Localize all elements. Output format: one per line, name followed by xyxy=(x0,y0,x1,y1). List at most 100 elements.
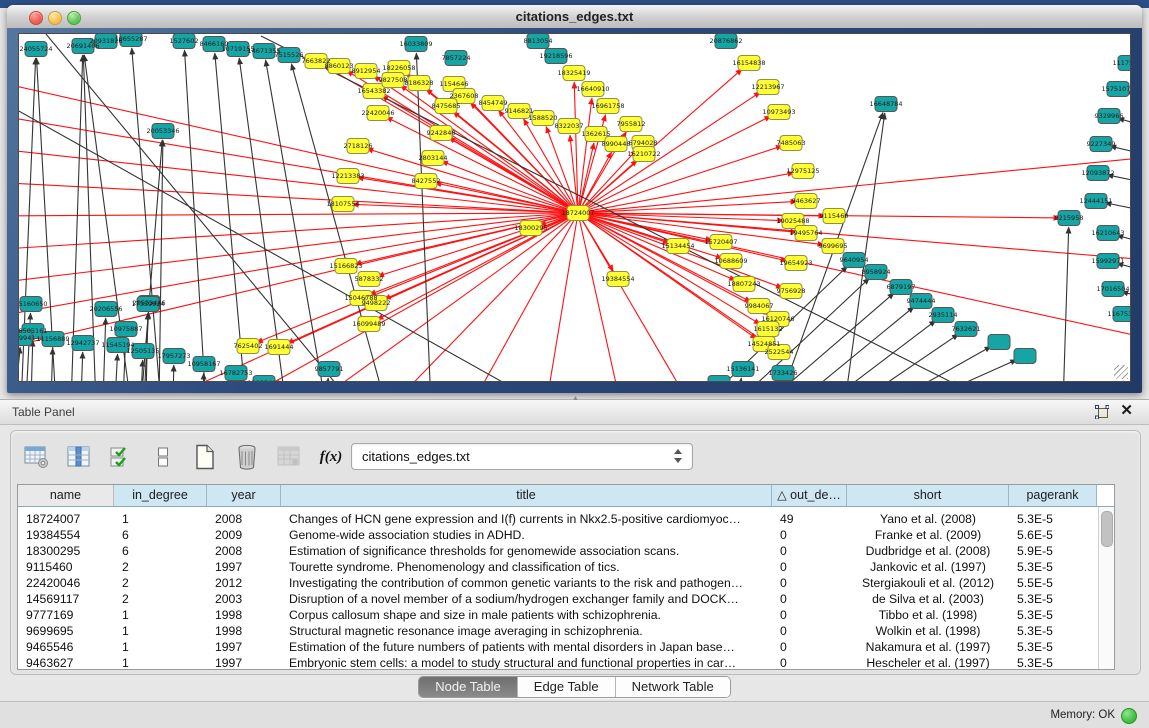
function-builder-button[interactable]: f(x) xyxy=(317,443,345,471)
table-cell[interactable]: 5.3E-5 xyxy=(1009,591,1097,607)
tab-node-table[interactable]: Node Table xyxy=(419,677,518,697)
table-cell[interactable]: 2009 xyxy=(207,527,281,543)
table-cell[interactable]: 9777169 xyxy=(18,607,114,623)
table-cell[interactable]: 1 xyxy=(114,623,207,639)
table-cell[interactable]: Genome-wide association studies in ADHD. xyxy=(281,527,772,543)
graph-edge[interactable] xyxy=(737,378,741,382)
column-header-pagerank[interactable]: pagerank xyxy=(1009,485,1097,506)
table-cell[interactable]: 2008 xyxy=(207,511,281,527)
table-row[interactable]: 1830029562008Estimation of significance … xyxy=(18,543,1099,559)
table-cell[interactable]: 0 xyxy=(772,559,847,575)
graph-edge[interactable] xyxy=(845,113,885,382)
graph-edge[interactable] xyxy=(71,55,83,382)
tab-edge-table[interactable]: Edge Table xyxy=(518,677,616,697)
vertical-scrollbar[interactable] xyxy=(1098,507,1114,669)
table-cell[interactable]: 1 xyxy=(114,511,207,527)
table-cell[interactable]: Structural magnetic resonance image aver… xyxy=(281,623,772,639)
table-cell[interactable]: Changes of HCN gene expression and I(f) … xyxy=(281,511,772,527)
graph-edge[interactable] xyxy=(579,98,592,205)
table-cell[interactable]: 1998 xyxy=(207,623,281,639)
table-cell[interactable]: 1 xyxy=(114,607,207,623)
toggle-column-button[interactable] xyxy=(149,443,177,471)
delete-table-button[interactable] xyxy=(233,443,261,471)
column-header-out_de[interactable]: △ out_de… xyxy=(772,485,847,506)
graph-edge[interactable] xyxy=(215,53,246,382)
table-row[interactable]: 2242004622012Investigating the contribut… xyxy=(18,575,1099,591)
graph-edge[interactable] xyxy=(19,213,570,216)
table-cell[interactable]: Tibbo et al. (1998) xyxy=(847,607,1009,623)
table-cell[interactable]: 1 xyxy=(114,655,207,670)
table-cell[interactable]: 0 xyxy=(772,543,847,559)
table-cell[interactable]: Dudbridge et al. (2008) xyxy=(847,543,1009,559)
table-cell[interactable]: 9465546 xyxy=(18,639,114,655)
column-header-year[interactable]: year xyxy=(207,485,281,506)
graph-edge[interactable] xyxy=(19,215,570,356)
graph-node[interactable] xyxy=(988,335,1010,350)
table-cell[interactable]: 5.5E-5 xyxy=(1009,575,1097,591)
table-cell[interactable]: 2003 xyxy=(207,591,281,607)
table-settings-button[interactable] xyxy=(23,443,51,471)
table-cell[interactable]: 0 xyxy=(772,655,847,670)
graph-node[interactable] xyxy=(1014,349,1036,364)
table-cell[interactable]: Nakamura et al. (1997) xyxy=(847,639,1009,655)
graph-edge[interactable] xyxy=(586,201,797,212)
graph-edge[interactable] xyxy=(1063,227,1069,382)
table-cell[interactable]: Jankovic et al. (1997) xyxy=(847,559,1009,575)
table-cell[interactable]: Franke et al. (2009) xyxy=(847,527,1009,543)
table-row[interactable]: 1938455462009Genome-wide association stu… xyxy=(18,527,1099,543)
graph-edge[interactable] xyxy=(326,378,328,382)
graph-edge[interactable] xyxy=(793,307,914,382)
column-header-short[interactable]: short xyxy=(847,485,1009,506)
graph-edge[interactable] xyxy=(51,348,53,382)
table-cell[interactable]: 1 xyxy=(114,639,207,655)
graph-edge[interactable] xyxy=(185,50,206,382)
graph-edge[interactable] xyxy=(585,116,771,209)
column-header-in_degree[interactable]: in_degree xyxy=(114,485,207,506)
resize-grip[interactable] xyxy=(1114,365,1128,379)
table-cell[interactable]: 0 xyxy=(772,575,847,591)
table-cell[interactable]: Tourette syndrome. Phenomenology and cla… xyxy=(281,559,772,575)
new-table-button[interactable] xyxy=(191,443,219,471)
table-cell[interactable]: 5.3E-5 xyxy=(1009,655,1097,670)
table-row[interactable]: 911546021997Tourette syndrome. Phenomeno… xyxy=(18,559,1099,575)
graph-edge[interactable] xyxy=(546,221,577,382)
graph-edge[interactable] xyxy=(46,34,351,382)
table-cell[interactable]: Stergiakouli et al. (2012) xyxy=(847,575,1009,591)
table-cell[interactable]: 5.9E-5 xyxy=(1009,543,1097,559)
table-cell[interactable]: 19384554 xyxy=(18,527,114,543)
graph-edge[interactable] xyxy=(823,320,936,382)
table-cell[interactable]: Disruption of a novel member of a sodium… xyxy=(281,591,772,607)
table-cell[interactable]: 14569117 xyxy=(18,591,114,607)
graph-svg[interactable]: 1872400718300295766382288601238912954165… xyxy=(19,34,1131,382)
table-cell[interactable]: 22420046 xyxy=(18,575,114,591)
graph-edge[interactable] xyxy=(885,346,991,382)
graph-edge[interactable] xyxy=(115,354,118,382)
table-cell[interactable]: Yano et al. (2008) xyxy=(847,511,1009,527)
table-cell[interactable]: 5.6E-5 xyxy=(1009,527,1097,543)
graph-edge[interactable] xyxy=(141,360,143,382)
tab-network-table[interactable]: Network Table xyxy=(616,677,730,697)
graph-edge[interactable] xyxy=(231,217,571,382)
table-cell[interactable]: 18300295 xyxy=(18,543,114,559)
table-cell[interactable]: de Silva et al. (2003) xyxy=(847,591,1009,607)
float-panel-icon[interactable] xyxy=(1095,405,1109,419)
select-all-button[interactable] xyxy=(107,443,135,471)
show-columns-button[interactable] xyxy=(65,443,93,471)
table-cell[interactable]: 2 xyxy=(114,591,207,607)
network-canvas[interactable]: 1872400718300295766382288601238912954165… xyxy=(18,33,1131,382)
graph-edge[interactable] xyxy=(586,146,783,211)
graph-edge[interactable] xyxy=(266,60,326,382)
table-cell[interactable]: Estimation of significance thresholds fo… xyxy=(281,543,772,559)
graph-edge[interactable] xyxy=(19,111,570,212)
table-cell[interactable]: Estimation of the future numbers of pati… xyxy=(281,639,772,655)
table-cell[interactable]: 1997 xyxy=(207,655,281,670)
panel-splitter-handle[interactable]: ▲ xyxy=(571,396,580,402)
window-titlebar[interactable]: citations_edges.txt xyxy=(7,5,1142,29)
graph-edge[interactable] xyxy=(19,213,570,251)
import-table-button[interactable] xyxy=(275,443,303,471)
table-cell[interactable]: 2008 xyxy=(207,543,281,559)
scrollbar-thumb[interactable] xyxy=(1101,511,1113,547)
graph-edge[interactable] xyxy=(31,340,33,382)
table-cell[interactable]: 0 xyxy=(772,639,847,655)
table-cell[interactable]: 1997 xyxy=(207,559,281,575)
